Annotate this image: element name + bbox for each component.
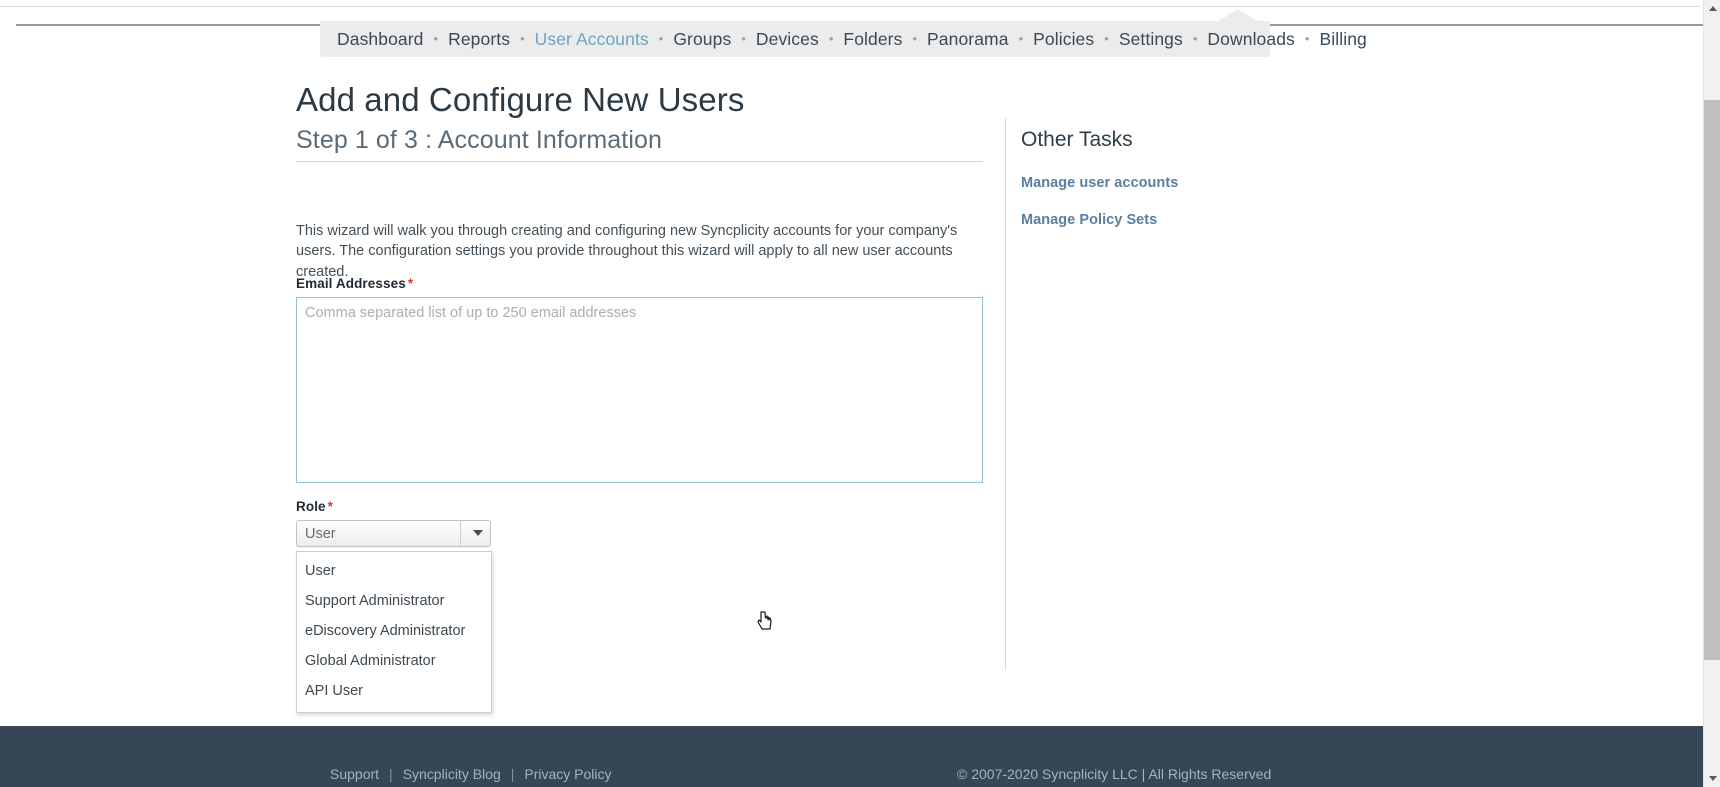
- primary-navigation: Dashboard • Reports • User Accounts • Groups • D…: [320, 9, 1394, 57]
- caret-shape: [472, 529, 483, 536]
- nav-item-groups[interactable]: Groups: [672, 29, 732, 50]
- nav-separator: •: [912, 30, 918, 46]
- scroll-down-arrow-icon[interactable]: [1704, 770, 1720, 787]
- page-scrollbar[interactable]: [1703, 0, 1720, 787]
- footer-separator: |: [510, 766, 515, 782]
- role-dropdown-list[interactable]: User Support Administrator eDiscovery Admi…: [296, 551, 492, 713]
- nav-separator: •: [1192, 30, 1198, 46]
- footer-copyright: © 2007-2020 Syncplicity LLC | All Rights…: [957, 766, 1272, 782]
- nav-item-dashboard[interactable]: Dashboard: [336, 29, 425, 50]
- role-select-value: User: [305, 525, 336, 542]
- footer-separator: |: [389, 766, 393, 782]
- nav-bar: Dashboard • Reports • User Accounts • Groups • D…: [320, 21, 1367, 57]
- footer-link-support[interactable]: Support: [330, 766, 379, 782]
- scroll-down-arrow-shape: [1708, 776, 1717, 781]
- nav-item-settings[interactable]: Settings: [1118, 29, 1184, 50]
- nav-item-billing[interactable]: Billing: [1318, 29, 1367, 50]
- nav-item-folders[interactable]: Folders: [842, 29, 903, 50]
- role-option-api-user[interactable]: API User: [297, 676, 491, 706]
- page-footer: Support | Syncplicity Blog | Privacy Policy …: [0, 726, 1707, 787]
- nav-item-devices[interactable]: Devices: [755, 29, 820, 50]
- role-option-user[interactable]: User: [297, 556, 491, 586]
- wizard-intro-text: This wizard will walk you through creati…: [296, 222, 958, 280]
- title-divider: [296, 161, 983, 162]
- top-hairline: [0, 6, 1700, 7]
- other-tasks-panel: Other Tasks Manage user accounts Manage …: [1021, 126, 1321, 228]
- nav-separator: •: [658, 30, 664, 46]
- email-addresses-label-text: Email Addresses: [296, 276, 406, 291]
- nav-item-reports[interactable]: Reports: [447, 29, 511, 50]
- role-label: Role *: [296, 499, 333, 514]
- role-option-support-administrator[interactable]: Support Administrator: [297, 586, 491, 616]
- other-task-link-manage-policy-sets[interactable]: Manage Policy Sets: [1021, 212, 1321, 228]
- nav-item-policies[interactable]: Policies: [1032, 29, 1095, 50]
- email-addresses-label: Email Addresses *: [296, 276, 413, 291]
- chevron-down-icon[interactable]: [460, 521, 490, 546]
- nav-item-downloads[interactable]: Downloads: [1206, 29, 1295, 50]
- nav-separator: •: [520, 30, 525, 46]
- nav-separator: •: [1104, 30, 1109, 46]
- scroll-up-arrow-icon[interactable]: [1704, 0, 1720, 17]
- footer-link-syncplicity-blog[interactable]: Syncplicity Blog: [403, 766, 501, 782]
- scrollbar-thumb[interactable]: [1704, 100, 1720, 660]
- nav-separator: •: [1304, 30, 1310, 46]
- page-root: Dashboard • Reports • User Accounts • Groups • D…: [0, 0, 1720, 787]
- role-select[interactable]: User: [296, 520, 491, 547]
- nav-separator: •: [741, 30, 746, 46]
- email-addresses-placeholder: Comma separated list of up to 250 email …: [305, 305, 637, 321]
- footer-links: Support | Syncplicity Blog | Privacy Policy: [330, 766, 612, 782]
- scroll-up-arrow-shape: [1708, 6, 1717, 11]
- sidebar-divider: [1005, 118, 1006, 670]
- nav-item-user-accounts[interactable]: User Accounts: [534, 29, 650, 50]
- nav-separator: •: [828, 30, 834, 46]
- other-task-link-manage-user-accounts[interactable]: Manage user accounts: [1021, 175, 1321, 191]
- nav-notch-indicator: [1217, 9, 1259, 22]
- role-label-text: Role: [296, 499, 326, 514]
- mouse-cursor-pointer-icon: [757, 611, 772, 630]
- nav-separator: •: [1018, 30, 1024, 46]
- other-tasks-title: Other Tasks: [1021, 128, 1133, 151]
- role-option-global-administrator[interactable]: Global Administrator: [297, 646, 491, 676]
- nav-item-panorama[interactable]: Panorama: [926, 29, 1010, 50]
- email-required-marker: *: [407, 276, 414, 291]
- page-title: Add and Configure New Users: [296, 81, 745, 118]
- footer-link-privacy-policy[interactable]: Privacy Policy: [524, 766, 611, 782]
- nav-separator: •: [433, 30, 439, 46]
- role-required-marker: *: [327, 499, 334, 514]
- role-option-ediscovery-administrator[interactable]: eDiscovery Administrator: [297, 616, 491, 646]
- email-addresses-input[interactable]: Comma separated list of up to 250 email …: [296, 297, 983, 483]
